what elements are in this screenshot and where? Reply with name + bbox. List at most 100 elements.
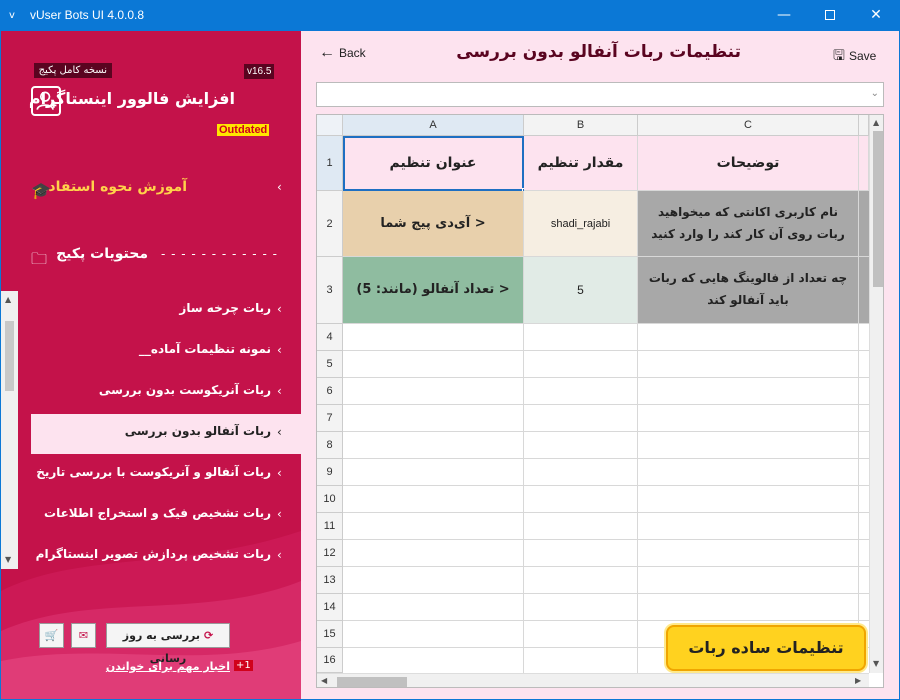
news-count-badge: +1 bbox=[234, 660, 253, 671]
sidebar-item-label: ربات آنفالو بدون بررسی bbox=[124, 424, 271, 438]
cell-c2[interactable]: نام کاربری اکانتی که میخواهید ربات روی آ… bbox=[638, 191, 859, 257]
divider-dashes: - - - - - - - - - - - - - - - - bbox=[161, 247, 277, 261]
close-button[interactable]: ✕ bbox=[853, 0, 899, 31]
floppy-disk-icon: 🖫 bbox=[833, 47, 845, 63]
sidebar-item-unfollow-bot[interactable]: ربات آنفالو بدون بررسی › bbox=[31, 414, 301, 454]
sidebar-item-image-process-bot[interactable]: ربات تشخیص پردازش تصویر اینستاگرام › bbox=[31, 537, 301, 577]
grid-line bbox=[637, 324, 638, 673]
package-badge: نسخه کامل پکیج bbox=[33, 63, 112, 78]
column-header-c[interactable]: C bbox=[638, 115, 859, 136]
refresh-icon: ⟳ bbox=[204, 629, 214, 642]
row-header[interactable]: 1 bbox=[317, 136, 343, 191]
scroll-left-icon[interactable]: ◀ bbox=[321, 676, 327, 685]
cell-a3[interactable]: < تعداد آنفالو (مانند: 5) bbox=[343, 257, 524, 324]
folder-icon: 🗀 bbox=[31, 249, 48, 268]
chevron-right-icon: › bbox=[277, 343, 282, 357]
chevron-right-icon: › bbox=[277, 384, 282, 398]
chevron-right-icon: › bbox=[277, 507, 282, 521]
back-label: Back bbox=[339, 46, 366, 60]
column-header-d[interactable] bbox=[859, 115, 869, 136]
formula-bar[interactable]: ⌄ bbox=[316, 82, 884, 107]
sheet-vertical-scrollbar[interactable]: ▲ ▼ bbox=[869, 115, 883, 673]
scroll-right-icon[interactable]: ▶ bbox=[855, 676, 861, 685]
cell-b2[interactable]: shadi_rajabi bbox=[524, 191, 638, 257]
empty-grid-rows[interactable] bbox=[343, 324, 869, 673]
row-header[interactable]: 2 bbox=[317, 191, 343, 257]
cart-icon: 🛒 bbox=[44, 629, 59, 642]
sidebar-item-label: ربات چرخه ساز bbox=[179, 301, 271, 315]
chevron-down-icon[interactable]: ⌄ bbox=[871, 88, 879, 99]
row-header[interactable]: 15 bbox=[317, 621, 343, 648]
row-header[interactable]: 8 bbox=[317, 432, 343, 459]
cell-c3[interactable]: چه تعداد از فالوینگ هایی که ربات باید آن… bbox=[638, 257, 859, 324]
row-header[interactable]: 6 bbox=[317, 378, 343, 405]
scrollbar-thumb[interactable] bbox=[873, 131, 883, 287]
graduation-cap-icon: 🎓 bbox=[31, 181, 51, 200]
row-header[interactable]: 10 bbox=[317, 486, 343, 513]
cell-d1[interactable] bbox=[859, 136, 869, 191]
tutorial-label: آموزش نحوه استفاده bbox=[40, 179, 187, 195]
sidebar-item-cycle-bot[interactable]: ربات چرخه ساز › bbox=[31, 291, 301, 331]
email-button[interactable]: ✉ bbox=[71, 623, 96, 648]
app-icon: v bbox=[9, 10, 15, 21]
row-header[interactable]: 11 bbox=[317, 513, 343, 540]
email-icon: ✉ bbox=[78, 629, 89, 642]
sheet-horizontal-scrollbar[interactable]: ◀ ▶ bbox=[317, 673, 869, 687]
chevron-right-icon: › bbox=[277, 466, 282, 480]
sidebar-item-ready-settings[interactable]: نمونه تنظیمات آماده__ › bbox=[31, 332, 301, 372]
sidebar-item-label: ربات آنریکوست بدون بررسی bbox=[98, 383, 271, 397]
grid-line bbox=[858, 324, 859, 673]
sidebar-item-label: ربات آنفالو و آنریکوست با بررسی تاریخ bbox=[36, 465, 271, 479]
maximize-button[interactable] bbox=[807, 0, 853, 31]
sidebar-item-label: ربات تشخیص فیک و استخراج اطلاعات bbox=[44, 506, 271, 520]
tutorial-row[interactable]: آموزش نحوه استفاده 🎓 › bbox=[1, 175, 301, 205]
sidebar-scrollbar[interactable]: ▲ ▼ bbox=[1, 291, 18, 569]
arrow-left-icon: ← bbox=[319, 44, 335, 61]
back-button[interactable]: ← Back bbox=[319, 44, 366, 62]
cell-a1[interactable]: عنوان تنظیم bbox=[343, 136, 524, 191]
news-link[interactable]: اخبار مهم برای خواندن bbox=[106, 660, 230, 673]
row-header[interactable]: 4 bbox=[317, 324, 343, 351]
cell-b1[interactable]: مقدار تنظیم bbox=[524, 136, 638, 191]
simple-settings-button[interactable]: تنظیمات ساده ربات bbox=[666, 625, 866, 671]
scrollbar-thumb[interactable] bbox=[337, 677, 407, 687]
sidebar-item-unrequest-bot[interactable]: ربات آنریکوست بدون بررسی › bbox=[31, 373, 301, 413]
check-update-button[interactable]: ⟳بررسی به روز رسانی bbox=[106, 623, 230, 665]
save-label: Save bbox=[848, 49, 877, 63]
row-header[interactable]: 16 bbox=[317, 648, 343, 673]
scroll-down-icon[interactable]: ▼ bbox=[5, 555, 11, 564]
cell-b3[interactable]: 5 bbox=[524, 257, 638, 324]
package-contents-label: محتویات پکیج bbox=[56, 246, 148, 262]
scroll-up-icon[interactable]: ▲ bbox=[5, 295, 11, 304]
scroll-up-icon[interactable]: ▲ bbox=[873, 118, 879, 127]
main-panel: ← Back تنظیمات ربات آنفالو بدون بررسی 🖫 Sa… bbox=[301, 31, 899, 699]
sidebar-item-unfollow-date-bot[interactable]: ربات آنفالو و آنریکوست با بررسی تاریخ › bbox=[31, 455, 301, 495]
cell-c1[interactable]: توضیحات bbox=[638, 136, 859, 191]
outdated-badge: Outdated bbox=[217, 124, 270, 136]
row-header[interactable]: 12 bbox=[317, 540, 343, 567]
cell-a2[interactable]: < آی‌دی پیج شما bbox=[343, 191, 524, 257]
sidebar-item-label: نمونه تنظیمات آماده__ bbox=[138, 342, 271, 356]
column-header-b[interactable]: B bbox=[524, 115, 638, 136]
select-all-corner[interactable] bbox=[317, 115, 343, 136]
row-header[interactable]: 3 bbox=[317, 257, 343, 324]
minimize-button[interactable]: — bbox=[761, 0, 807, 31]
row-header[interactable]: 14 bbox=[317, 594, 343, 621]
sidebar-item-label: ربات تشخیص پردازش تصویر اینستاگرام bbox=[35, 547, 271, 561]
cart-button[interactable]: 🛒 bbox=[39, 623, 64, 648]
row-header[interactable]: 9 bbox=[317, 459, 343, 486]
row-header[interactable]: 5 bbox=[317, 351, 343, 378]
save-button[interactable]: 🖫 Save bbox=[833, 45, 876, 69]
scroll-down-icon[interactable]: ▼ bbox=[873, 659, 879, 668]
column-header-a[interactable]: A bbox=[343, 115, 524, 136]
chevron-right-icon: › bbox=[277, 180, 282, 194]
scrollbar-thumb[interactable] bbox=[5, 321, 14, 391]
package-contents-row: محتویات پکیج 🗀 - - - - - - - - - - - - -… bbox=[1, 242, 301, 272]
sidebar: نسخه کامل پکیج v16.5 افزایش فالوور اینست… bbox=[1, 31, 301, 699]
add-user-icon bbox=[31, 86, 61, 116]
grid-line bbox=[523, 324, 524, 673]
row-header[interactable]: 13 bbox=[317, 567, 343, 594]
spreadsheet[interactable]: A B C 1 2 3 4 5 6 7 8 9 10 11 12 13 14 1… bbox=[316, 114, 884, 688]
sidebar-item-fake-detect-bot[interactable]: ربات تشخیص فیک و استخراج اطلاعات › bbox=[31, 496, 301, 536]
row-header[interactable]: 7 bbox=[317, 405, 343, 432]
